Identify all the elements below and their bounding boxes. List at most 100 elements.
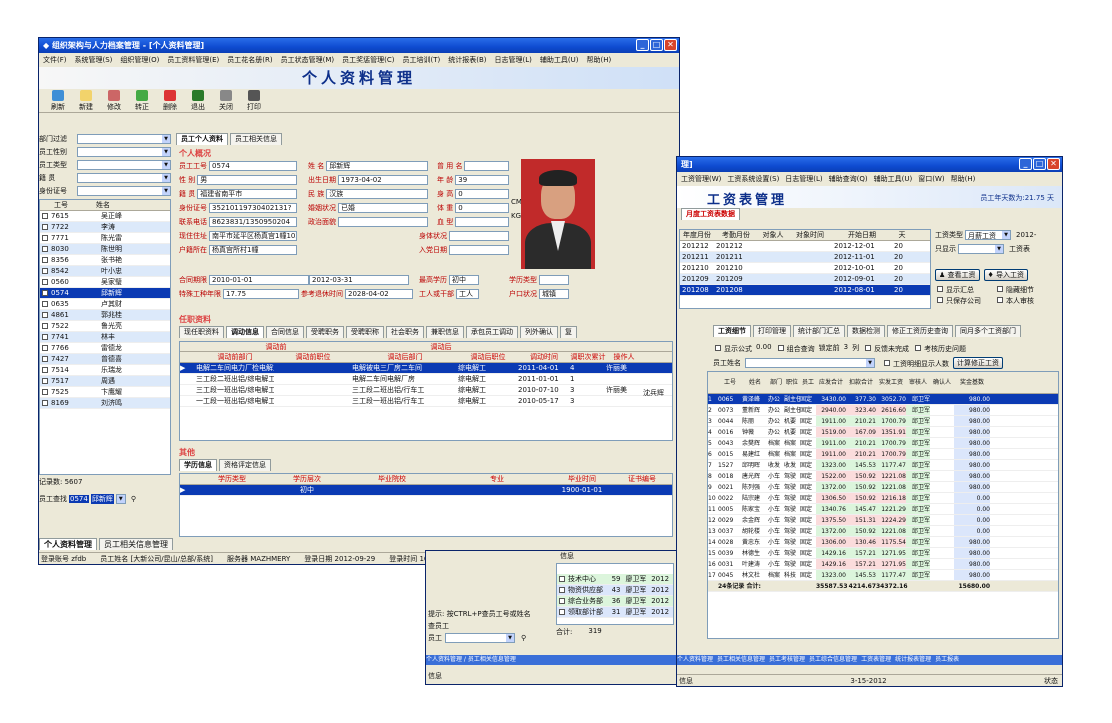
history-checkbox[interactable]: 考核历史问题: [913, 343, 966, 354]
payroll-row[interactable]: 11 0005 陈家宝 小车 驾驶 固定 1340.76 145.47 1221.29 邱卫军 0.…: [708, 504, 1058, 515]
employee-row[interactable]: 4861 郭兆桂: [40, 310, 170, 321]
row-checkbox[interactable]: [42, 367, 48, 373]
period-row[interactable]: 201208 201208 2012-08-01 20: [680, 285, 930, 296]
dept-row[interactable]: 领取部计部 31 廖卫军 2012: [557, 607, 673, 618]
payroll-row[interactable]: 8 0018 唐光辉 小车 驾驶 固定 1522.00 150.92 1221.08 邱卫军 980…: [708, 471, 1058, 482]
transfer-row[interactable]: 三工段一班出铝/综电解工 三工段二班出铝/行车工 综电解工 2010-07-10 3 许丽…: [180, 385, 672, 396]
menu-roster[interactable]: 员工花名册(R): [227, 53, 272, 67]
row-checkbox[interactable]: [42, 323, 48, 329]
special-input[interactable]: 17.75: [223, 288, 299, 299]
height-input[interactable]: 0: [455, 188, 509, 199]
menu-help[interactable]: 帮助(H): [951, 172, 976, 186]
delete-button[interactable]: 删除: [159, 89, 181, 112]
detail-tab[interactable]: 修正工资历史查询: [887, 325, 953, 337]
close-icon[interactable]: ✕: [1047, 158, 1060, 170]
contract-end-input[interactable]: 2012-03-31: [309, 274, 409, 285]
weight-input[interactable]: 0: [455, 202, 509, 213]
menu-payroll[interactable]: 工资管理(W): [681, 172, 721, 186]
employee-row[interactable]: 8542 叶小忠: [40, 266, 170, 277]
bottom-tab-related[interactable]: 员工相关信息管理: [99, 538, 173, 550]
menu-tools[interactable]: 辅助工具(U): [540, 53, 579, 67]
confirm-button[interactable]: 转正: [131, 89, 153, 112]
minimize-icon[interactable]: _: [1019, 158, 1032, 170]
zoom-input[interactable]: 0.00: [756, 343, 772, 354]
menu-log[interactable]: 日志管理(L): [785, 172, 822, 186]
payroll-row[interactable]: 15 0039 林德生 小车 驾驶 固定 1429.16 157.21 1271.95 邱卫军 98…: [708, 548, 1058, 559]
print-button[interactable]: 打印: [243, 89, 265, 112]
minimize-icon[interactable]: _: [636, 39, 649, 51]
payroll-row[interactable]: 5 0043 余樊辉 档案 档案 固定 1911.00 210.21 1700.79 邱卫军 980…: [708, 438, 1058, 449]
task-item[interactable]: 员工综合信息管理: [809, 656, 857, 663]
tab-qualification[interactable]: 资格评定信息: [219, 459, 271, 471]
job-tab[interactable]: 现任职资料: [179, 326, 224, 338]
company-only-checkbox[interactable]: 只保存公司: [935, 295, 995, 306]
job-tab[interactable]: 合同信息: [266, 326, 304, 338]
row-checkbox[interactable]: [42, 389, 48, 395]
period-row[interactable]: 201212 201212 2012-12-01 20: [680, 241, 930, 252]
joindate-input[interactable]: [449, 244, 509, 255]
hukou-input[interactable]: 杨真宫所村1幢: [209, 244, 297, 255]
detail-tab[interactable]: 同月多个工资部门: [955, 325, 1021, 337]
row-checkbox[interactable]: [42, 301, 48, 307]
dept-dropdown[interactable]: [958, 244, 1004, 254]
search-input[interactable]: 0574: [69, 495, 89, 503]
job-tab[interactable]: 兼职信息: [426, 326, 464, 338]
id-filter-dropdown[interactable]: [77, 185, 171, 196]
age-input[interactable]: 39: [455, 174, 509, 185]
marital-input[interactable]: 已婚: [338, 202, 428, 213]
detail-count-checkbox[interactable]: 工资明细显示人数: [882, 358, 949, 369]
transfer-row[interactable]: ▶ 电解二车间电力厂检电解工 电解被电三厂房二车间 综电解工 2011-04-01 4 许丽…: [180, 363, 672, 374]
task-item[interactable]: 工资表管理: [861, 656, 891, 663]
menu-settings[interactable]: 工资系统设置(S): [727, 172, 779, 186]
query-checkbox[interactable]: 组合查询: [776, 343, 815, 354]
feedback-checkbox[interactable]: 反馈未完成: [863, 343, 909, 354]
type-dropdown[interactable]: 月薪工资: [965, 230, 1011, 240]
health-input[interactable]: [449, 230, 509, 241]
transfer-row[interactable]: 三工段二班出铝/综电解工 电解二车间电解厂房 综电解工 2011-01-01 1: [180, 374, 672, 385]
birth-input[interactable]: 1973-04-02: [338, 174, 428, 185]
dept-row[interactable]: 技术中心 59 廖卫军 2012: [557, 574, 673, 585]
exit-button[interactable]: 退出: [187, 89, 209, 112]
blood-input[interactable]: [455, 216, 509, 227]
employee-row[interactable]: 7766 雷德龙: [40, 343, 170, 354]
tab-related[interactable]: 员工相关信息: [230, 133, 282, 145]
employee-dropdown[interactable]: [445, 633, 515, 643]
employee-row[interactable]: 0560 吴家璧: [40, 277, 170, 288]
row-checkbox[interactable]: [42, 312, 48, 318]
binoculars-icon[interactable]: ⚲: [131, 495, 136, 503]
employee-row[interactable]: 7514 乐瑞龙: [40, 365, 170, 376]
job-tab[interactable]: 列外确认: [520, 326, 558, 338]
gender-input[interactable]: 男: [197, 174, 297, 185]
menu-log[interactable]: 日志管理(L): [495, 53, 532, 67]
menu-employee[interactable]: 员工资料管理(E): [167, 53, 219, 67]
row-checkbox[interactable]: [42, 400, 48, 406]
row-checkbox[interactable]: [42, 224, 48, 230]
dept-filter-dropdown[interactable]: [77, 133, 171, 144]
binoculars-icon[interactable]: ⚲: [521, 634, 526, 642]
row-checkbox[interactable]: [42, 257, 48, 263]
edit-button[interactable]: 修改: [103, 89, 125, 112]
edu-input[interactable]: 初中: [449, 274, 479, 285]
view-payroll-button[interactable]: ♟ 查看工资: [935, 269, 980, 281]
tab-personal[interactable]: 员工个人资料: [176, 133, 228, 145]
show-summary-checkbox[interactable]: 显示汇总: [935, 284, 995, 295]
formername-input[interactable]: [464, 160, 509, 171]
row-checkbox[interactable]: [42, 378, 48, 384]
payroll-row[interactable]: 17 0045 林文杜 档案 科技 固定 1323.00 145.53 1177.47 邱卫军 98…: [708, 570, 1058, 581]
employee-row[interactable]: 8030 陈世明: [40, 244, 170, 255]
employee-row[interactable]: 0635 卢其财: [40, 299, 170, 310]
menu-training[interactable]: 员工培训(T): [402, 53, 440, 67]
task-item[interactable]: 个人资料管理: [677, 656, 713, 663]
name-dropdown[interactable]: [745, 358, 875, 368]
close-icon[interactable]: ✕: [664, 39, 677, 51]
employee-row[interactable]: 7771 陈光雷: [40, 233, 170, 244]
tab-education[interactable]: 学历信息: [179, 459, 217, 471]
transfer-row[interactable]: 一工段一班出铝/综电解工 三工段一班出铝/行车工 综电解工 2010-05-17 3: [180, 396, 672, 407]
import-payroll-button[interactable]: ♦ 导入工资: [983, 269, 1029, 281]
dept-row[interactable]: 综合业务部 36 廖卫军 2012: [557, 596, 673, 607]
search-name[interactable]: 邱新辉: [90, 494, 114, 504]
payroll-row[interactable]: 6 0015 易建红 档案 档案 固定 1911.00 210.21 1700.79 邱卫军 980…: [708, 449, 1058, 460]
year-input[interactable]: 2012-: [1016, 231, 1036, 239]
maximize-icon[interactable]: □: [1033, 158, 1046, 170]
payroll-row[interactable]: 16 0031 叶建涛 小车 驾驶 固定 1429.16 157.21 1271.95 邱卫军 98…: [708, 559, 1058, 570]
